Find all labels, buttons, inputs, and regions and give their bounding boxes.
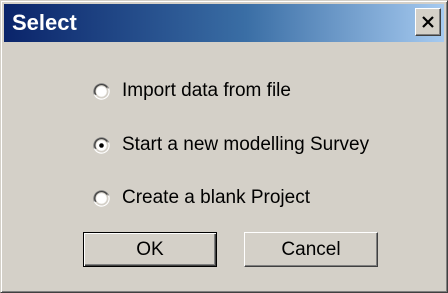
option-import-data[interactable]: Import data from file bbox=[93, 80, 291, 102]
ok-button[interactable]: OK bbox=[83, 232, 217, 267]
select-dialog: Select Import data from file Start a new… bbox=[0, 0, 448, 293]
radio-import-data[interactable] bbox=[93, 82, 110, 100]
title-bar[interactable]: Select bbox=[4, 4, 444, 42]
option-new-survey[interactable]: Start a new modelling Survey bbox=[93, 134, 369, 156]
option-label-blank-project: Create a blank Project bbox=[122, 187, 310, 208]
radio-new-survey[interactable] bbox=[93, 136, 110, 154]
option-label-import-data: Import data from file bbox=[122, 80, 291, 101]
close-button[interactable] bbox=[415, 8, 441, 36]
option-blank-project[interactable]: Create a blank Project bbox=[93, 187, 310, 209]
radio-blank-project[interactable] bbox=[93, 189, 110, 207]
close-x-icon bbox=[421, 16, 435, 28]
cancel-button[interactable]: Cancel bbox=[244, 232, 378, 267]
option-label-new-survey: Start a new modelling Survey bbox=[122, 134, 370, 155]
dialog-title: Select bbox=[12, 10, 77, 35]
